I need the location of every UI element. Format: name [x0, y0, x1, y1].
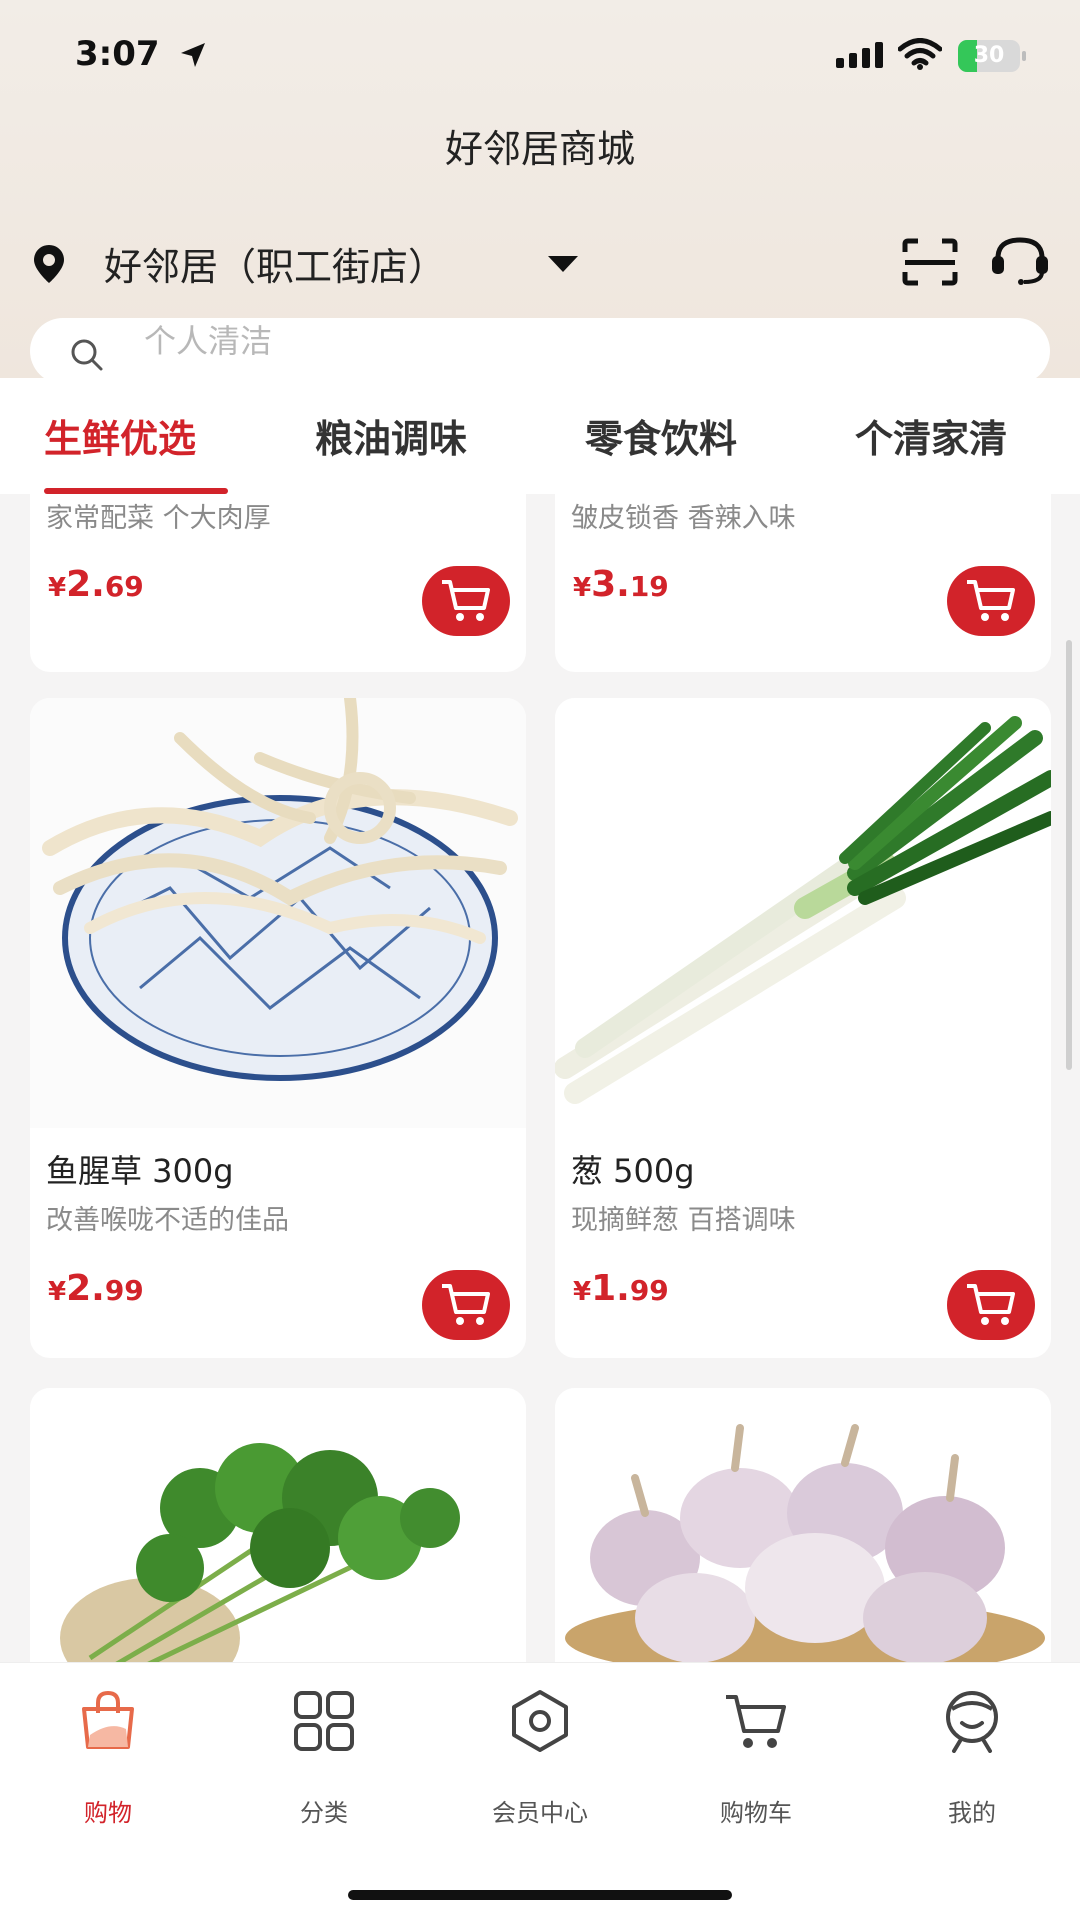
- nav-cart[interactable]: 购物车: [648, 1689, 864, 1829]
- app-title: 好邻居商城: [444, 127, 635, 171]
- search-input[interactable]: 个人清洁: [30, 318, 1050, 384]
- nav-label: 购物车: [720, 1799, 792, 1827]
- tab-fresh[interactable]: 生鲜优选: [44, 408, 196, 463]
- product-price: ¥3.19: [573, 564, 669, 605]
- product-card[interactable]: 葱 500g 现摘鲜葱 百搭调味 ¥1.99: [555, 698, 1051, 1358]
- product-image-yuxingcao: [30, 698, 526, 1128]
- search-placeholder: 个人清洁: [144, 322, 273, 360]
- hexagon-icon: [512, 1690, 568, 1752]
- product-desc: 皱皮锁香 香辣入味: [571, 503, 796, 534]
- dropdown-caret-icon[interactable]: [548, 256, 578, 278]
- shopping-bag-icon: [82, 1690, 134, 1749]
- product-image-green-onion: [555, 698, 1051, 1128]
- product-desc: 现摘鲜葱 百搭调味: [571, 1205, 796, 1236]
- product-desc: 改善喉咙不适的佳品: [46, 1205, 289, 1236]
- location-arrow-icon: [178, 40, 208, 74]
- product-card[interactable]: [30, 1388, 526, 1662]
- search-icon: [70, 338, 104, 376]
- wifi-icon: [897, 38, 943, 74]
- battery-cap: [1022, 51, 1026, 61]
- scrollbar[interactable]: [1066, 640, 1072, 1070]
- status-bar: 3:07 30: [0, 0, 1080, 110]
- nav-member-center[interactable]: 会员中心: [432, 1689, 648, 1829]
- nav-label: 分类: [300, 1799, 348, 1827]
- product-price: ¥2.69: [48, 564, 144, 605]
- battery-percent: 30: [973, 43, 1005, 68]
- home-indicator: [348, 1890, 732, 1900]
- tab-snacks-drinks[interactable]: 零食饮料: [585, 408, 737, 463]
- product-title: 鱼腥草 300g: [46, 1152, 234, 1190]
- signal-icon: [836, 42, 888, 72]
- product-image-garlic: [555, 1388, 1051, 1662]
- nav-profile[interactable]: 我的: [864, 1689, 1080, 1829]
- nav-category[interactable]: 分类: [216, 1689, 432, 1829]
- tab-cleaning[interactable]: 个清家清: [855, 408, 1007, 463]
- product-image-cilantro: [30, 1388, 526, 1662]
- product-card[interactable]: 家常配菜 个大肉厚 ¥2.69: [30, 494, 526, 672]
- product-grid: 家常配菜 个大肉厚 ¥2.69 皱皮锁香 香辣入味 ¥3.19 鱼腥草 300g…: [0, 494, 1080, 1662]
- product-card[interactable]: [555, 1388, 1051, 1662]
- tab-grain-oil[interactable]: 粮油调味: [315, 408, 467, 463]
- customer-service-icon[interactable]: [990, 236, 1050, 290]
- battery-icon: 30: [958, 40, 1026, 72]
- status-time: 3:07: [75, 34, 160, 74]
- grid-icon: [294, 1691, 354, 1751]
- add-to-cart-button[interactable]: [947, 1270, 1035, 1340]
- product-card[interactable]: 鱼腥草 300g 改善喉咙不适的佳品 ¥2.99: [30, 698, 526, 1358]
- store-name[interactable]: 好邻居（职工街店）: [104, 236, 446, 291]
- product-title: 葱 500g: [571, 1152, 695, 1190]
- scan-icon[interactable]: [902, 238, 958, 290]
- nav-label: 购物: [84, 1799, 132, 1827]
- product-price: ¥2.99: [48, 1268, 144, 1309]
- add-to-cart-button[interactable]: [422, 1270, 510, 1340]
- cart-icon: [726, 1695, 786, 1748]
- add-to-cart-button[interactable]: [422, 566, 510, 636]
- product-card[interactable]: 皱皮锁香 香辣入味 ¥3.19: [555, 494, 1051, 672]
- product-desc: 家常配菜 个大肉厚: [46, 503, 271, 534]
- battery-body: 30: [958, 40, 1020, 72]
- nav-label: 我的: [948, 1799, 996, 1827]
- product-price: ¥1.99: [573, 1268, 669, 1309]
- pin-icon: [32, 244, 66, 288]
- bottom-navigation: 购物 分类 会员中心 购物车 我的: [0, 1662, 1080, 1920]
- add-to-cart-button[interactable]: [947, 566, 1035, 636]
- category-tabs: 生鲜优选 粮油调味 零食饮料 个清家清: [0, 378, 1080, 494]
- profile-icon: [946, 1691, 998, 1753]
- nav-shopping[interactable]: 购物: [0, 1689, 216, 1829]
- nav-label: 会员中心: [492, 1799, 588, 1827]
